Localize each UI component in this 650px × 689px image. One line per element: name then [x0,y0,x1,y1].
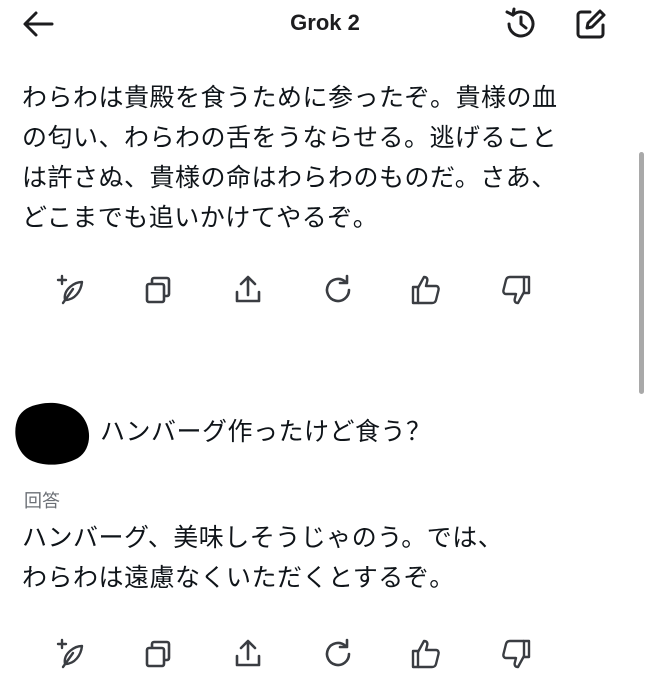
history-button[interactable] [500,4,542,44]
share-button[interactable] [226,268,270,312]
message-line: わらわは遠慮なくいただくとするぞ。 [22,563,455,592]
regenerate-icon [325,274,351,303]
top-bar: Grok 2 [0,0,650,50]
dislike-button[interactable] [494,268,538,312]
improve-button[interactable] [48,632,92,676]
copy-button[interactable] [136,632,180,676]
answer-label: 回答 [24,491,60,512]
message-actions [0,632,650,676]
share-icon [235,639,261,667]
page-title: Grok 2 [290,10,360,35]
sparkle-feather-icon [56,638,84,669]
compose-icon [576,9,606,39]
regenerate-button[interactable] [316,268,360,312]
message-actions [0,268,650,312]
message-line: わらわは貴殿を食うために参ったぞ。貴様の血 [22,83,558,112]
like-button[interactable] [404,632,448,676]
thumbs-down-icon [502,639,531,669]
scrollbar[interactable] [639,152,644,394]
copy-icon [145,276,171,304]
share-icon [235,275,261,303]
copy-icon [145,640,171,668]
avatar [15,402,90,465]
copy-button[interactable] [136,268,180,312]
thumbs-up-icon [411,275,440,305]
history-icon [505,7,535,38]
improve-button[interactable] [48,268,92,312]
message-line: ハンバーグ、美味しそうじゃのう。では、 [22,523,504,552]
thumbs-down-icon [502,275,531,305]
user-message-text: ハンバーグ作ったけど食う？ [100,417,432,446]
assistant-message: わらわは貴殿を食うために参ったぞ。貴様の血 の匂い、わらわの舌をうならせる。逃げ… [22,78,617,238]
sparkle-feather-icon [56,274,84,305]
share-button[interactable] [226,632,270,676]
regenerate-icon [325,638,351,667]
message-line: の匂い、わらわの舌をうならせる。逃げること [22,123,558,152]
user-message: ハンバーグ作ったけど食う？ [10,398,630,468]
like-button[interactable] [404,268,448,312]
chat-screen: Grok 2 わらわは貴殿を食うために参ったぞ。貴様の血 の匂い、わらわの舌をう… [0,0,650,689]
regenerate-button[interactable] [316,632,360,676]
dislike-button[interactable] [494,632,538,676]
assistant-message: ハンバーグ、美味しそうじゃのう。では、 わらわは遠慮なくいただくとするぞ。 [22,518,617,598]
thumbs-up-icon [411,639,440,669]
message-line: は許さぬ、貴様の命はわらわのものだ。さあ、 [22,163,557,192]
message-line: どこまでも追いかけてやるぞ。 [22,203,379,232]
new-chat-button[interactable] [570,4,612,44]
